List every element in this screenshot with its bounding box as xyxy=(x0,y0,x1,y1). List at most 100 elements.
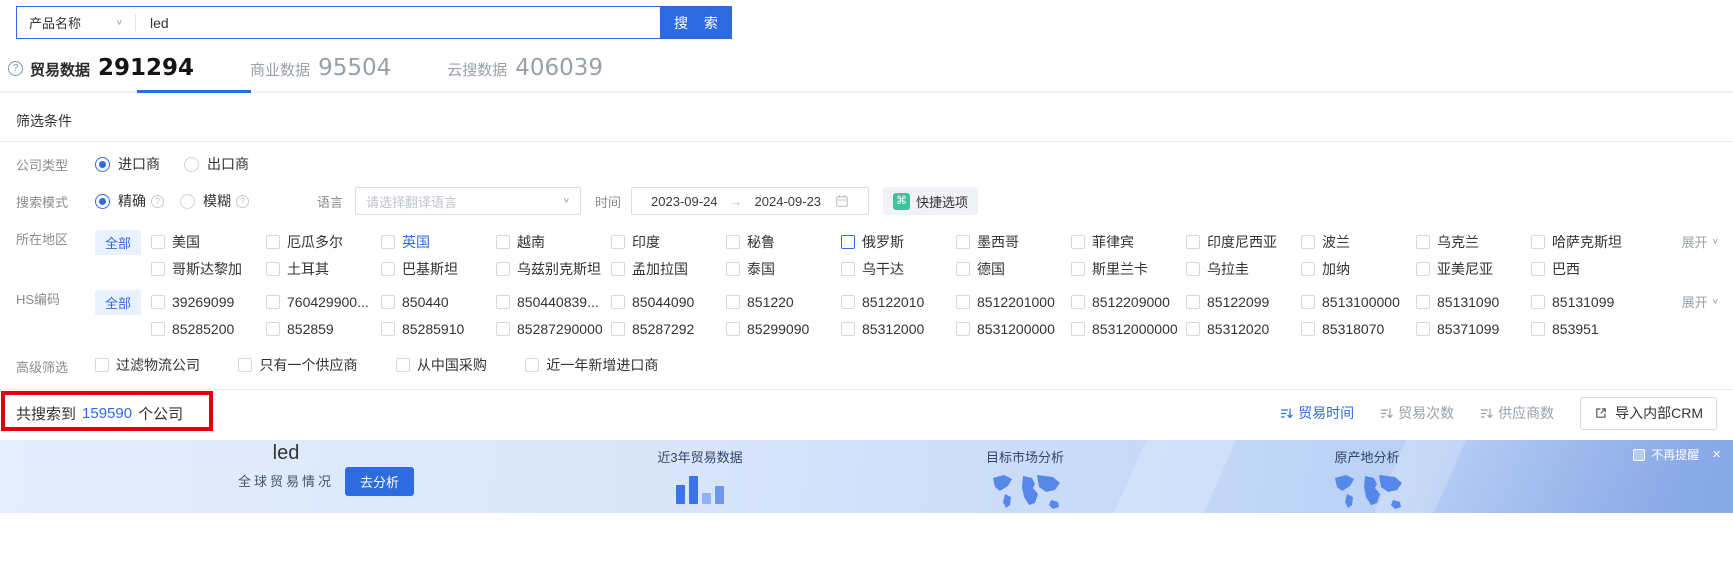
region-checkbox-item[interactable]: 加纳 xyxy=(1301,259,1416,279)
checkbox[interactable] xyxy=(726,321,740,336)
import-crm-button[interactable]: 导入内部CRM xyxy=(1580,396,1717,430)
radio-exporter[interactable]: 出口商 xyxy=(184,154,249,174)
hs-checkbox-item[interactable]: 852859 xyxy=(266,321,381,337)
hs-expand-link[interactable]: 展开 ∨ xyxy=(1682,292,1719,311)
checkbox[interactable] xyxy=(381,321,395,336)
checkbox[interactable] xyxy=(1186,261,1200,276)
region-expand-link[interactable]: 展开 ∨ xyxy=(1682,232,1719,251)
region-all-chip[interactable]: 全部 xyxy=(95,230,142,255)
checkbox[interactable] xyxy=(525,358,540,372)
hs-checkbox-item[interactable]: 85299090 xyxy=(726,321,841,337)
region-checkbox-item[interactable]: 美国 xyxy=(151,232,266,252)
hs-checkbox-item[interactable]: 85371099 xyxy=(1416,321,1531,337)
checkbox[interactable] xyxy=(1071,294,1085,309)
checkbox[interactable] xyxy=(956,321,970,336)
hs-checkbox-item[interactable]: 85287292 xyxy=(611,321,726,337)
checkbox[interactable] xyxy=(726,261,740,276)
checkbox[interactable] xyxy=(151,321,165,336)
hs-checkbox-item[interactable]: 8512209000 xyxy=(1071,294,1186,310)
advanced-checkbox-item[interactable]: 近一年新增进口商 xyxy=(525,355,658,375)
checkbox[interactable] xyxy=(956,294,970,309)
region-checkbox-item[interactable]: 泰国 xyxy=(726,259,841,279)
region-checkbox-item[interactable]: 哥斯达黎加 xyxy=(151,259,266,279)
dismiss-label[interactable]: 不再提醒 xyxy=(1651,446,1699,463)
hs-checkbox-item[interactable]: 85312020 xyxy=(1186,321,1301,337)
sort-supplier-count[interactable]: 供应商数 xyxy=(1480,403,1554,423)
region-checkbox-item[interactable]: 乌兹别克斯坦 xyxy=(496,259,611,279)
quick-options-button[interactable]: ⌘ 快捷选项 xyxy=(883,187,979,215)
hs-all-chip[interactable]: 全部 xyxy=(95,290,142,315)
checkbox[interactable] xyxy=(841,234,855,249)
checkbox[interactable] xyxy=(496,261,510,276)
region-checkbox-item[interactable]: 巴基斯坦 xyxy=(381,259,496,279)
checkbox[interactable] xyxy=(1531,234,1545,249)
hs-checkbox-item[interactable]: 85318070 xyxy=(1301,321,1416,337)
close-icon[interactable]: × xyxy=(1712,447,1721,462)
hs-checkbox-item[interactable]: 8513100000 xyxy=(1301,294,1416,310)
checkbox[interactable] xyxy=(1301,321,1315,336)
region-checkbox-item[interactable]: 乌克兰 xyxy=(1416,232,1531,252)
region-checkbox-item[interactable]: 乌干达 xyxy=(841,259,956,279)
region-checkbox-item[interactable]: 厄瓜多尔 xyxy=(266,232,381,252)
language-select[interactable]: 请选择翻译语言 ∨ xyxy=(355,187,582,215)
advanced-checkbox-item[interactable]: 只有一个供应商 xyxy=(238,355,357,375)
hs-checkbox-item[interactable]: 8531200000 xyxy=(956,321,1071,337)
region-checkbox-item[interactable]: 菲律宾 xyxy=(1071,232,1186,252)
region-checkbox-item[interactable]: 土耳其 xyxy=(266,259,381,279)
checkbox[interactable] xyxy=(1416,321,1430,336)
checkbox[interactable] xyxy=(95,358,109,372)
hs-checkbox-item[interactable]: 850440 xyxy=(381,294,496,310)
checkbox[interactable] xyxy=(266,234,280,249)
hs-checkbox-item[interactable]: 85131090 xyxy=(1416,294,1531,310)
hs-checkbox-item[interactable]: 760429900... xyxy=(266,294,381,310)
dismiss-checkbox[interactable] xyxy=(1633,448,1646,461)
checkbox[interactable] xyxy=(611,261,625,276)
checkbox[interactable] xyxy=(496,294,510,309)
radio-exact-mode[interactable]: 精确 ? xyxy=(95,191,164,211)
hs-checkbox-item[interactable]: 85312000000 xyxy=(1071,321,1186,337)
region-checkbox-item[interactable]: 秘鲁 xyxy=(726,232,841,252)
hs-checkbox-item[interactable]: 85287290000 xyxy=(496,321,611,337)
checkbox[interactable] xyxy=(1301,294,1315,309)
checkbox[interactable] xyxy=(1301,261,1315,276)
radio-fuzzy-mode[interactable]: 模糊 ? xyxy=(180,191,249,211)
checkbox[interactable] xyxy=(381,234,395,249)
date-range-picker[interactable]: 2023-09-24 → 2024-09-23 xyxy=(631,187,870,215)
search-button[interactable]: 搜 索 xyxy=(660,6,732,39)
checkbox[interactable] xyxy=(611,321,625,336)
checkbox[interactable] xyxy=(1071,321,1085,336)
region-checkbox-item[interactable]: 孟加拉国 xyxy=(611,259,726,279)
region-checkbox-item[interactable]: 英国 xyxy=(381,232,496,252)
checkbox[interactable] xyxy=(496,321,510,336)
hs-checkbox-item[interactable]: 85044090 xyxy=(611,294,726,310)
hs-checkbox-item[interactable]: 850440839... xyxy=(496,294,611,310)
region-checkbox-item[interactable]: 亚美尼亚 xyxy=(1416,259,1531,279)
checkbox[interactable] xyxy=(841,294,855,309)
tab-trade-data[interactable]: 贸易数据 291294 xyxy=(30,55,194,81)
checkbox[interactable] xyxy=(1531,261,1545,276)
checkbox[interactable] xyxy=(151,261,165,276)
region-checkbox-item[interactable]: 哈萨克斯坦 xyxy=(1531,232,1646,252)
advanced-checkbox-item[interactable]: 过滤物流公司 xyxy=(95,355,200,375)
region-checkbox-item[interactable]: 乌拉圭 xyxy=(1186,259,1301,279)
search-category-dropdown[interactable]: 产品名称 ∨ xyxy=(17,7,135,38)
region-checkbox-item[interactable]: 波兰 xyxy=(1301,232,1416,252)
checkbox[interactable] xyxy=(266,261,280,276)
checkbox[interactable] xyxy=(1301,234,1315,249)
region-checkbox-item[interactable]: 斯里兰卡 xyxy=(1071,259,1186,279)
region-checkbox-item[interactable]: 俄罗斯 xyxy=(841,232,956,252)
region-checkbox-item[interactable]: 墨西哥 xyxy=(956,232,1071,252)
region-checkbox-item[interactable]: 越南 xyxy=(496,232,611,252)
hs-checkbox-item[interactable]: 85285200 xyxy=(151,321,266,337)
region-checkbox-item[interactable]: 印度尼西亚 xyxy=(1186,232,1301,252)
hs-checkbox-item[interactable]: 85131099 xyxy=(1531,294,1646,310)
checkbox[interactable] xyxy=(1186,294,1200,309)
checkbox[interactable] xyxy=(726,294,740,309)
region-checkbox-item[interactable]: 印度 xyxy=(611,232,726,252)
checkbox[interactable] xyxy=(1186,234,1200,249)
hs-checkbox-item[interactable]: 85285910 xyxy=(381,321,496,337)
checkbox[interactable] xyxy=(1071,261,1085,276)
checkbox[interactable] xyxy=(956,261,970,276)
checkbox[interactable] xyxy=(395,358,410,372)
hs-checkbox-item[interactable]: 85122099 xyxy=(1186,294,1301,310)
